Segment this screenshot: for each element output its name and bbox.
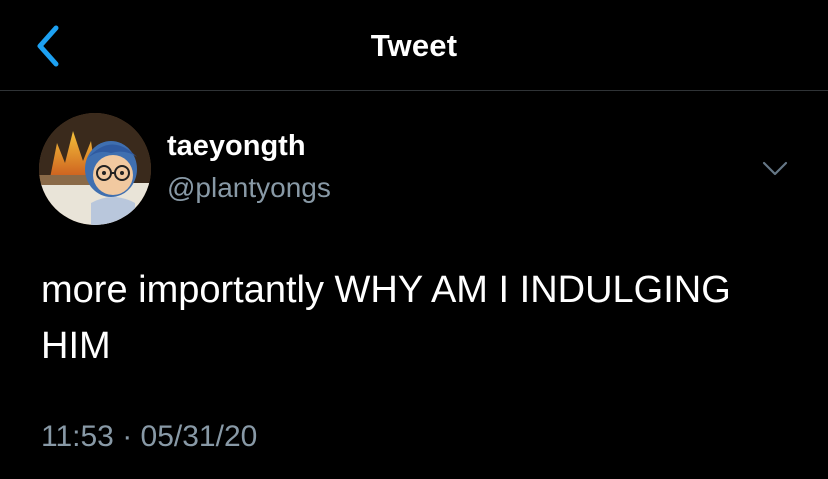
author-handle: @plantyongs [167,172,331,203]
navigation-bar: Tweet [0,0,828,91]
tweet-date: 05/31/20 [140,420,258,453]
timestamp-separator: · [122,420,133,453]
tweet-menu-button[interactable] [760,158,790,180]
avatar[interactable] [39,113,151,225]
tweet-text: more importantly WHY AM I INDULGING HIM [41,269,731,367]
tweet-timestamp: 11:53 · 05/31/20 [41,420,257,454]
author-display-name[interactable]: taeyongth [167,130,306,163]
page-title: Tweet [370,28,458,63]
chevron-down-icon [762,161,788,176]
tweet-time: 11:53 [41,420,114,453]
